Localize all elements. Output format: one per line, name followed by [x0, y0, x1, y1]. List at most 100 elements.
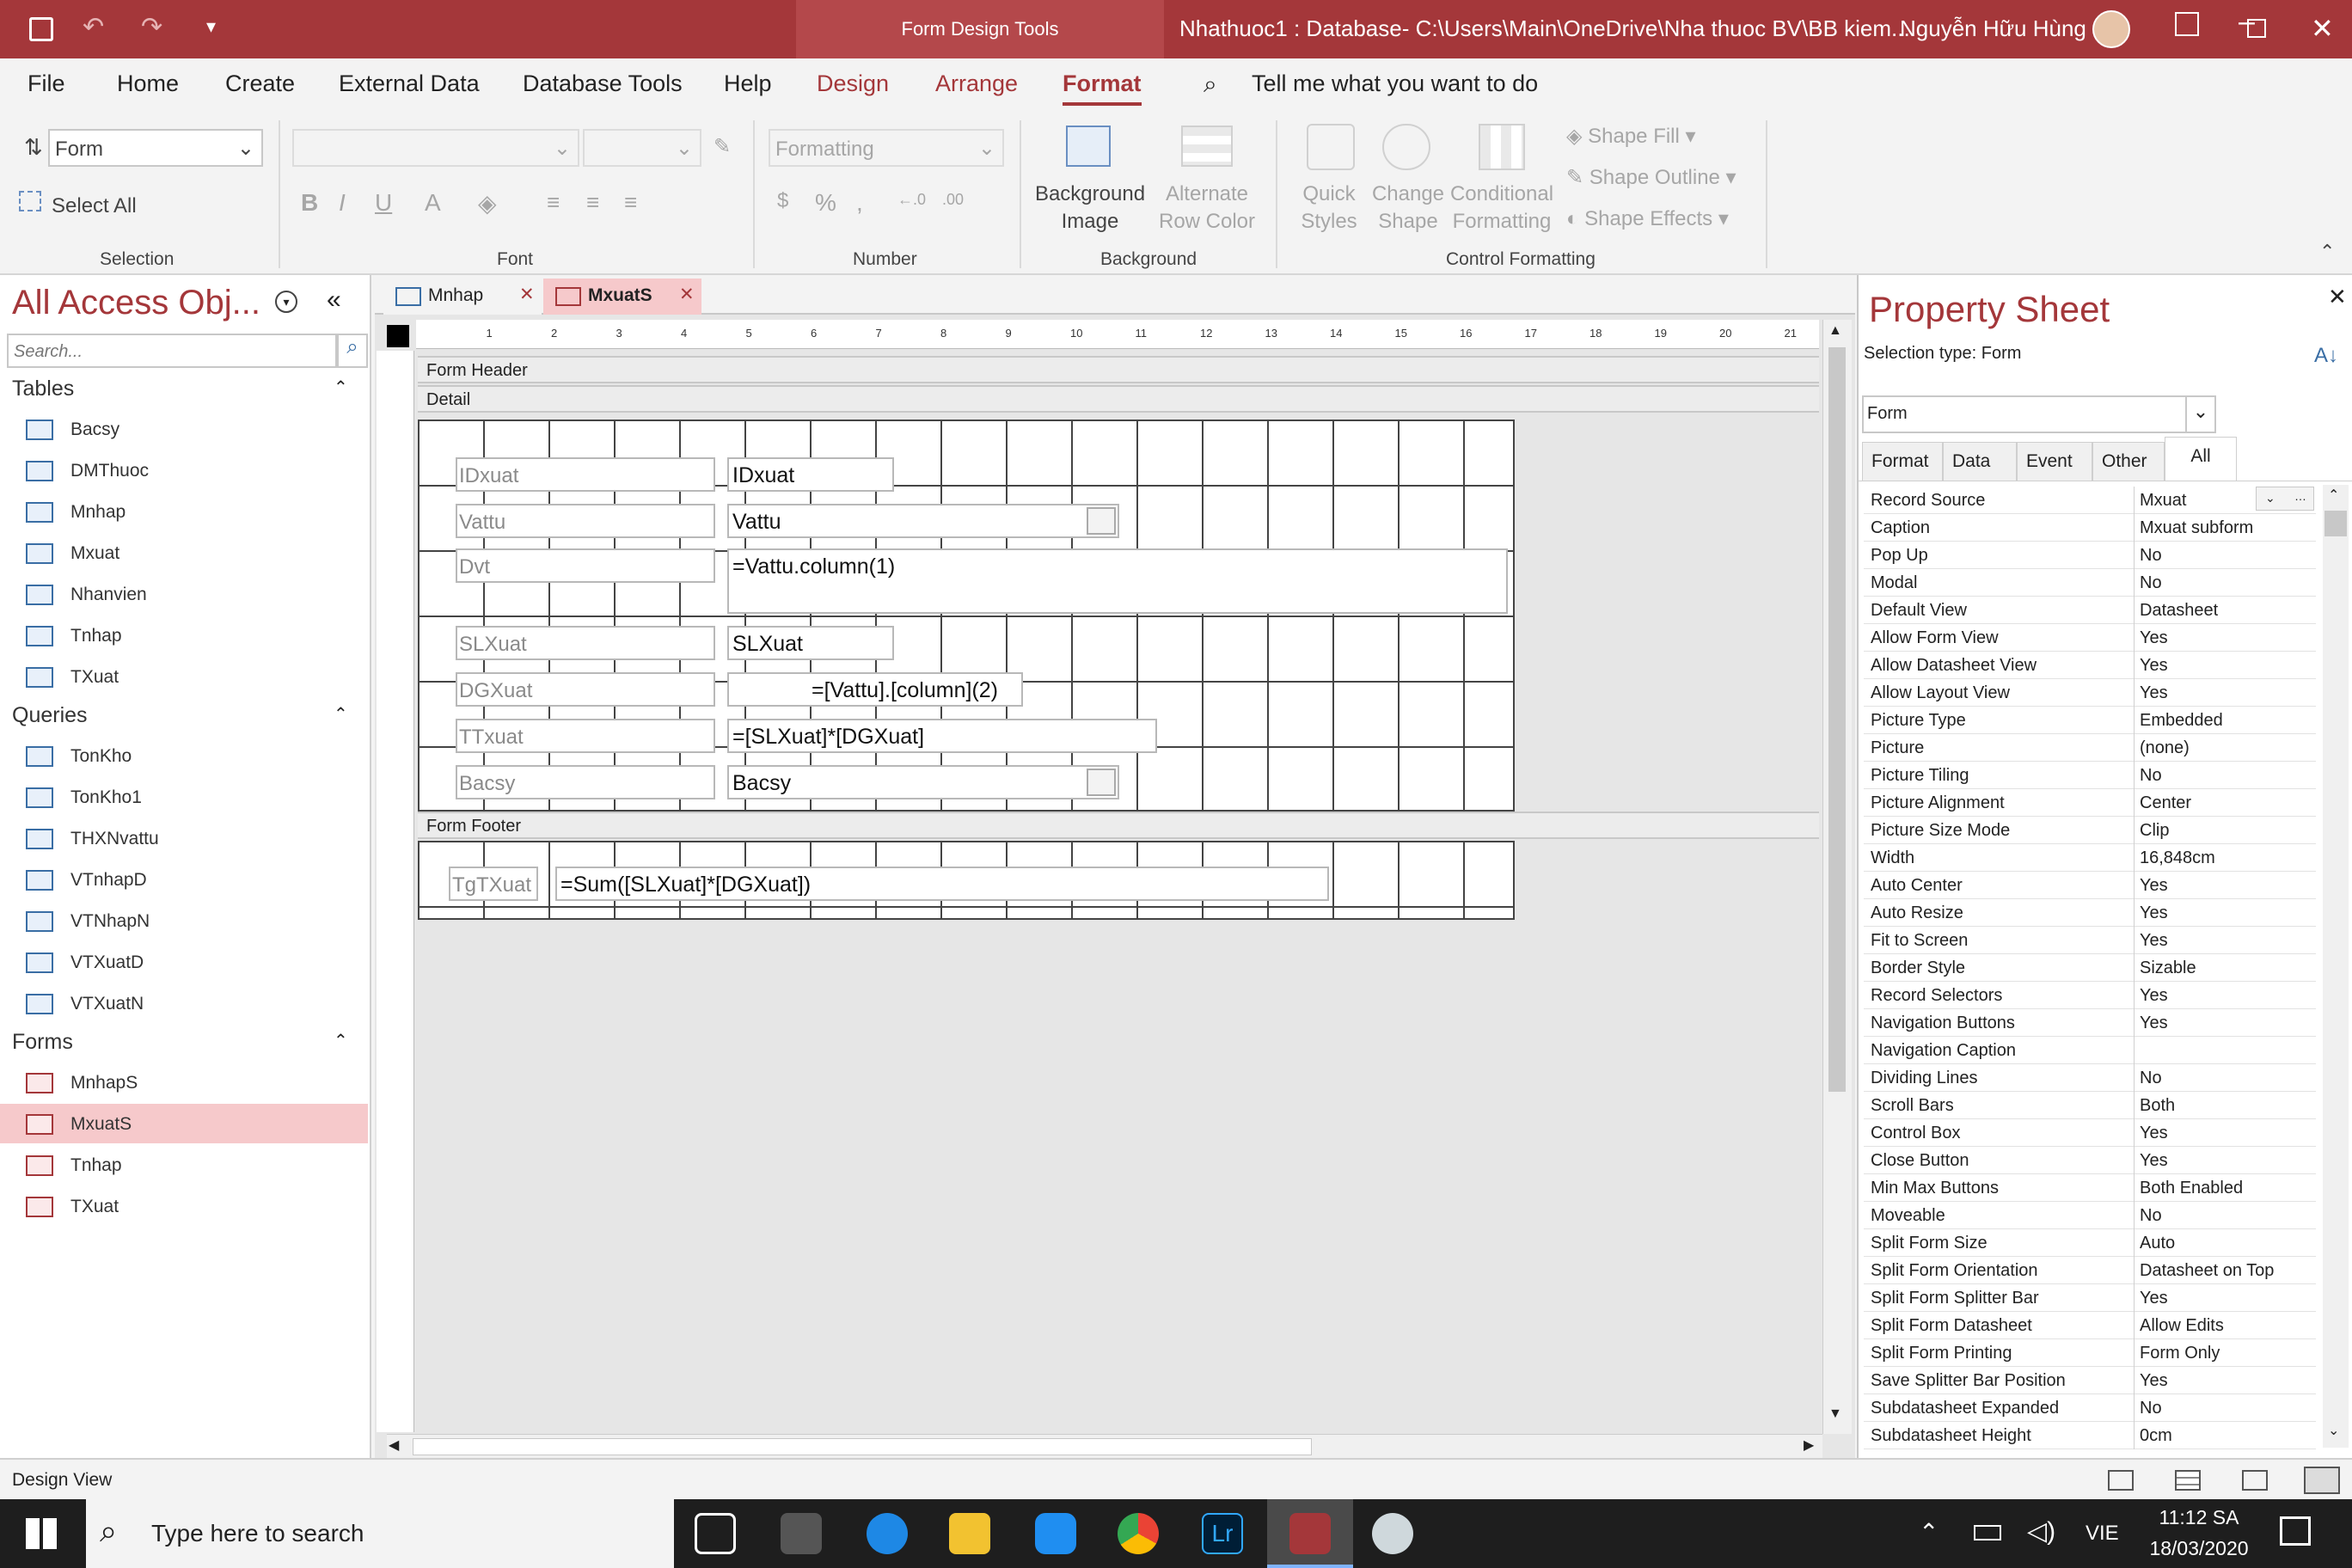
property-value[interactable]: Yes — [2134, 927, 2316, 954]
label-tgtxuat[interactable]: TgTXuat — [449, 867, 538, 901]
nav-menu-icon[interactable]: ▾ — [275, 291, 297, 313]
fill-color-icon[interactable]: ◈ — [478, 189, 497, 217]
property-row[interactable]: Picture Size Mode Clip — [1864, 817, 2316, 844]
property-value[interactable]: Allow Edits — [2134, 1312, 2316, 1339]
tab-file[interactable]: File — [28, 70, 65, 97]
language-indicator[interactable]: VIE — [2086, 1522, 2119, 1546]
tab-arrange[interactable]: Arrange — [935, 70, 1018, 97]
chrome-icon[interactable] — [1118, 1513, 1159, 1554]
vertical-ruler[interactable] — [377, 351, 414, 1432]
property-value[interactable]: Yes — [2134, 1284, 2316, 1312]
horizontal-scrollbar[interactable]: ◀ ▶ — [387, 1434, 1822, 1458]
ps-tab-other[interactable]: Other — [2092, 442, 2165, 481]
taskbar-search-box[interactable]: ⌕ Type here to search — [86, 1499, 674, 1568]
property-row[interactable]: Split Form Size Auto — [1864, 1229, 2316, 1257]
calculator-icon[interactable] — [781, 1513, 822, 1554]
property-value[interactable]: No — [2134, 542, 2316, 569]
property-row[interactable]: Default View Datasheet — [1864, 597, 2316, 624]
property-row[interactable]: Record Source Mxuat — [1864, 487, 2316, 514]
property-row[interactable]: Auto Resize Yes — [1864, 899, 2316, 927]
select-all-button[interactable]: Select All — [52, 194, 137, 218]
close-tab-icon[interactable]: ✕ — [519, 284, 535, 305]
property-value[interactable]: Yes — [2134, 982, 2316, 1009]
align-left-icon[interactable]: ≡ — [547, 189, 560, 216]
property-row[interactable]: Navigation Caption — [1864, 1037, 2316, 1064]
nav-item-txuat[interactable]: TXuat — [0, 1186, 368, 1226]
tab-external-data[interactable]: External Data — [339, 70, 480, 97]
property-row[interactable]: Subdatasheet Expanded No — [1864, 1394, 2316, 1422]
layout-view-icon[interactable] — [2242, 1470, 2268, 1491]
nav-title[interactable]: All Access Obj... — [12, 284, 260, 322]
vertical-scrollbar[interactable]: ▲ ▼ — [1822, 320, 1852, 1434]
file-explorer-icon[interactable] — [949, 1513, 990, 1554]
scroll-up-icon[interactable]: ⌃ — [2328, 487, 2339, 504]
sort-az-icon[interactable]: A↓ — [2314, 344, 2338, 368]
scroll-up-icon[interactable]: ▲ — [1828, 323, 1842, 339]
show-hidden-icons[interactable]: ⌃ — [1919, 1518, 1939, 1547]
nav-item-dmthuoc[interactable]: DMThuoc — [0, 450, 368, 490]
nav-item-tnhap[interactable]: Tnhap — [0, 616, 368, 655]
background-image-button[interactable]: Background Image — [1032, 181, 1148, 236]
nav-item-tonkho[interactable]: TonKho — [0, 736, 368, 775]
property-row[interactable]: Modal No — [1864, 569, 2316, 597]
restore-icon[interactable] — [2247, 19, 2266, 38]
selection-combo[interactable]: Form ⌄ — [48, 129, 263, 167]
nav-section-forms[interactable]: Forms — [12, 1030, 73, 1055]
property-value[interactable]: No — [2134, 569, 2316, 597]
alternate-row-color-button[interactable]: Alternate Row Color — [1148, 181, 1265, 236]
property-value[interactable]: Yes — [2134, 1367, 2316, 1394]
nav-search-input[interactable]: Search... — [7, 334, 337, 368]
property-value[interactable]: Form Only — [2134, 1339, 2316, 1367]
currency-icon[interactable]: $ — [777, 189, 788, 213]
property-value[interactable]: Yes — [2134, 652, 2316, 679]
label-vattu[interactable]: Vattu — [456, 504, 715, 538]
quick-styles-button[interactable]: Quick Styles — [1288, 181, 1370, 236]
property-value[interactable]: Auto — [2134, 1229, 2316, 1257]
nav-item-txuat[interactable]: TXuat — [0, 657, 368, 696]
change-shape-button[interactable]: Change Shape — [1365, 181, 1451, 236]
detail-band[interactable]: Detail — [418, 385, 1819, 413]
property-row[interactable]: Border Style Sizable — [1864, 954, 2316, 982]
label-bacsy[interactable]: Bacsy — [456, 765, 715, 799]
nav-item-mnhaps[interactable]: MnhapS — [0, 1063, 368, 1102]
form-footer-band[interactable]: Form Footer — [418, 812, 1819, 839]
taskbar-access-active[interactable] — [1267, 1499, 1353, 1568]
collapse-ribbon-icon[interactable]: ⌃ — [2319, 241, 2335, 263]
property-value[interactable]: Yes — [2134, 872, 2316, 899]
collapse-section-icon[interactable]: ⌃ — [334, 703, 348, 725]
form-view-icon[interactable] — [2108, 1470, 2134, 1491]
align-right-icon[interactable]: ≡ — [624, 189, 637, 216]
property-row[interactable]: Split Form Orientation Datasheet on Top — [1864, 1257, 2316, 1284]
property-value[interactable] — [2134, 1037, 2316, 1064]
scroll-down-icon[interactable]: ▼ — [1828, 1406, 1842, 1422]
close-icon[interactable]: ✕ — [2328, 284, 2347, 310]
bold-icon[interactable]: B — [301, 189, 318, 217]
paint-icon[interactable] — [1372, 1513, 1413, 1554]
textbox-tgtxuat[interactable]: =Sum([SLXuat]*[DGXuat]) — [555, 867, 1329, 901]
property-value[interactable]: No — [2134, 1202, 2316, 1229]
nav-item-mxuat[interactable]: Mxuat — [0, 533, 368, 573]
shutter-bar-close-icon[interactable]: « — [327, 285, 341, 315]
avatar[interactable] — [2092, 10, 2130, 48]
tab-design[interactable]: Design — [817, 70, 889, 97]
collapse-section-icon[interactable]: ⌃ — [334, 1030, 348, 1051]
search-icon[interactable]: ⌕ — [337, 334, 368, 368]
textbox-slxuat[interactable]: SLXuat — [727, 626, 894, 660]
property-row[interactable]: Allow Datasheet View Yes — [1864, 652, 2316, 679]
user-name[interactable]: Nguyễn Hữu Hùng — [1900, 15, 2086, 42]
doc-tab-mnhap[interactable]: Mnhap ✕ — [383, 279, 542, 315]
italic-icon[interactable]: I — [339, 189, 346, 217]
save-icon[interactable] — [29, 17, 53, 41]
property-value[interactable]: Datasheet — [2134, 597, 2316, 624]
format-painter-icon[interactable]: ✎ — [714, 134, 731, 159]
nav-section-queries[interactable]: Queries — [12, 703, 88, 728]
textbox-ttxuat[interactable]: =[SLXuat]*[DGXuat] — [727, 719, 1157, 753]
percent-icon[interactable]: % — [815, 189, 836, 217]
align-center-icon[interactable]: ≡ — [586, 189, 599, 216]
property-value[interactable]: Datasheet on Top — [2134, 1257, 2316, 1284]
property-value[interactable]: No — [2134, 762, 2316, 789]
font-name-combo[interactable]: ⌄ — [292, 129, 579, 167]
property-row[interactable]: Scroll Bars Both — [1864, 1092, 2316, 1119]
property-value[interactable]: Mxuat — [2134, 487, 2316, 514]
property-row[interactable]: Min Max Buttons Both Enabled — [1864, 1174, 2316, 1202]
